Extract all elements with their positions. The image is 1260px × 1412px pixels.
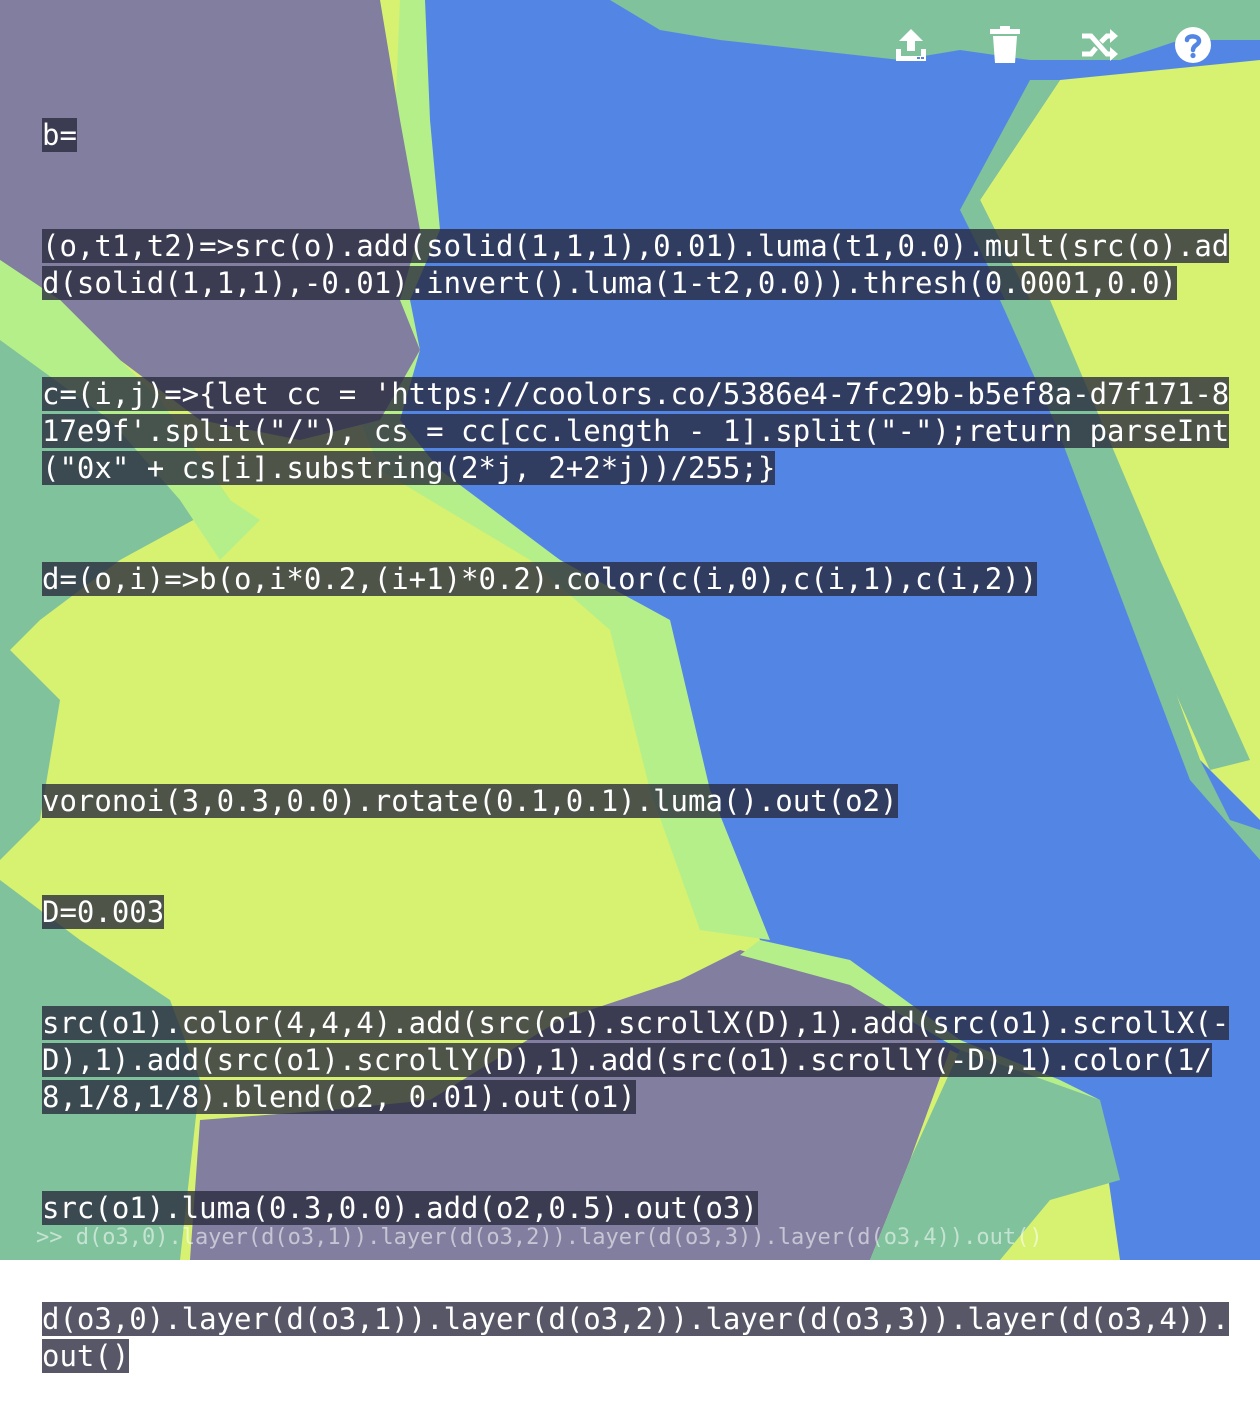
code-line-text: d(o3,0).layer(d(o3,1)).layer(d(o3,2)).la… bbox=[42, 1302, 1230, 1373]
code-line-text: voronoi(3,0.3,0.0).rotate(0.1,0.1).luma(… bbox=[42, 784, 898, 818]
code-line-text: d=(o,i)=>b(o,i*0.2,(i+1)*0.2).color(c(i,… bbox=[42, 562, 1038, 596]
code-line: (o,t1,t2)=>src(o).add(solid(1,1,1),0.01)… bbox=[42, 228, 1238, 302]
code-editor[interactable]: b= (o,t1,t2)=>src(o).add(solid(1,1,1),0.… bbox=[42, 43, 1238, 1412]
code-line: src(o1).luma(0.3,0.0).add(o2,0.5).out(o3… bbox=[42, 1190, 1238, 1227]
code-line-text: src(o1).luma(0.3,0.0).add(o2,0.5).out(o3… bbox=[42, 1191, 758, 1225]
code-line: voronoi(3,0.3,0.0).rotate(0.1,0.1).luma(… bbox=[42, 783, 1238, 820]
code-line: c=(i,j)=>{let cc = 'https://coolors.co/5… bbox=[42, 376, 1238, 487]
code-line: d(o3,0).layer(d(o3,1)).layer(d(o3,2)).la… bbox=[42, 1301, 1238, 1375]
code-line-text: c=(i,j)=>{let cc = 'https://coolors.co/5… bbox=[42, 377, 1230, 485]
code-line: b= bbox=[42, 117, 1238, 154]
code-line: d=(o,i)=>b(o,i*0.2,(i+1)*0.2).color(c(i,… bbox=[42, 561, 1238, 598]
code-line-text: D=0.003 bbox=[42, 895, 165, 929]
code-line-text: src(o1).color(4,4,4).add(src(o1).scrollX… bbox=[42, 1006, 1230, 1114]
code-line: D=0.003 bbox=[42, 894, 1238, 931]
console-output: >> d(o3,0).layer(d(o3,1)).layer(d(o3,2))… bbox=[36, 1225, 1043, 1250]
code-line-text: (o,t1,t2)=>src(o).add(solid(1,1,1),0.01)… bbox=[42, 229, 1230, 300]
code-line: src(o1).color(4,4,4).add(src(o1).scrollX… bbox=[42, 1005, 1238, 1116]
code-line-text: b= bbox=[42, 118, 77, 152]
